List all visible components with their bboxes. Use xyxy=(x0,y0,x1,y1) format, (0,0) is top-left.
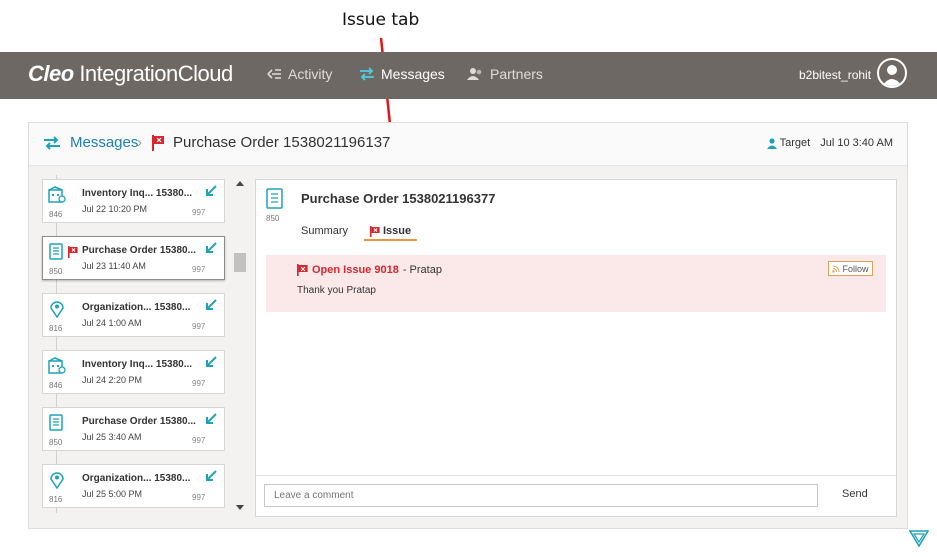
scroll-up-arrow-icon[interactable] xyxy=(236,181,244,186)
tab-issue-label: Issue xyxy=(383,225,412,237)
activity-icon xyxy=(267,69,281,79)
building-icon xyxy=(48,357,66,374)
ack-code: 997 xyxy=(192,436,206,445)
brand-corner-icon xyxy=(909,530,929,548)
flag-icon xyxy=(297,264,308,276)
doc-code: 850 xyxy=(49,267,63,276)
nav-partners-label: Partners xyxy=(490,66,543,82)
issue-message: Thank you Pratap xyxy=(297,285,376,296)
ack-code: 997 xyxy=(192,208,206,217)
follow-button[interactable]: Follow xyxy=(828,261,873,276)
message-time: Jul 24 2:20 PM xyxy=(82,375,143,385)
doc-code: 850 xyxy=(266,214,280,223)
breadcrumb: Messages › Purchase Order 1538021196137 … xyxy=(29,123,907,166)
message-title: Inventory Inq... 15380... xyxy=(82,188,193,199)
document-icon xyxy=(49,414,63,431)
rss-icon xyxy=(832,265,840,273)
flag-icon xyxy=(68,246,78,258)
scroll-down-arrow-icon[interactable] xyxy=(236,505,244,510)
message-time: Jul 22 10:20 PM xyxy=(82,204,148,214)
inbound-arrow-icon xyxy=(206,470,217,481)
list-scrollbar[interactable] xyxy=(233,179,247,517)
message-title: Organization... 15380... xyxy=(82,302,191,313)
message-time: Jul 25 3:40 AM xyxy=(82,432,142,442)
list-item[interactable]: 816 Organization... 15380... Jul 24 1:00… xyxy=(42,293,225,337)
scroll-thumb[interactable] xyxy=(234,253,246,272)
doc-code: 816 xyxy=(49,495,63,504)
page-title: Purchase Order 1538021196137 xyxy=(173,134,391,151)
message-title: Purchase Order 15380... xyxy=(82,416,196,427)
username[interactable]: b2bitest_rohit xyxy=(799,68,871,82)
inbound-arrow-icon xyxy=(206,299,217,310)
user-avatar-icon[interactable] xyxy=(877,58,907,88)
doc-code: 816 xyxy=(49,324,63,333)
top-navigation-bar: Cleo IntegrationCloud Activity Messages … xyxy=(0,52,937,99)
doc-code: 850 xyxy=(49,438,63,447)
flag-icon xyxy=(152,135,164,151)
document-icon xyxy=(266,188,283,209)
detail-title: Purchase Order 1538021196377 xyxy=(301,191,496,206)
building-icon xyxy=(48,186,66,203)
doc-code: 846 xyxy=(49,210,63,219)
issue-card: Open Issue 9018 - Pratap Thank you Prata… xyxy=(266,255,886,312)
message-time: Jul 25 5:00 PM xyxy=(82,489,143,499)
nav-activity-label: Activity xyxy=(288,66,333,82)
list-item[interactable]: 850 Purchase Order 15380... Jul 25 3:40 … xyxy=(42,407,225,451)
tab-summary-label: Summary xyxy=(301,225,349,237)
message-time: Jul 23 11:40 AM xyxy=(82,261,146,271)
ack-code: 997 xyxy=(192,265,206,274)
messages-panel: Messages › Purchase Order 1538021196137 … xyxy=(28,122,908,529)
inbound-arrow-icon xyxy=(206,185,217,196)
message-title: Purchase Order 15380... xyxy=(82,245,196,256)
list-item[interactable]: 846 Inventory Inq... 15380... Jul 24 2:2… xyxy=(42,350,225,394)
target-time: Jul 10 3:40 AM xyxy=(820,137,893,149)
tab-summary[interactable]: Summary xyxy=(301,225,348,237)
issue-title[interactable]: Open Issue 9018 xyxy=(312,264,399,276)
doc-code: 846 xyxy=(49,381,63,390)
person-icon xyxy=(766,137,777,149)
nav-messages-label: Messages xyxy=(381,66,445,82)
app-logo[interactable]: Cleo IntegrationCloud xyxy=(28,61,233,87)
nav-messages[interactable]: Messages xyxy=(359,66,445,82)
issue-author: - Pratap xyxy=(402,264,442,276)
partners-icon xyxy=(467,68,482,80)
comment-bar: Send xyxy=(256,475,896,518)
swap-arrows-icon xyxy=(44,136,60,150)
comment-input[interactable] xyxy=(264,484,818,507)
flag-icon xyxy=(370,225,380,237)
message-title: Inventory Inq... 15380... xyxy=(82,359,193,370)
inbound-arrow-icon xyxy=(206,356,217,367)
location-pin-icon xyxy=(50,301,64,318)
list-item-selected[interactable]: 850 Purchase Order 15380... Jul 23 11:40… xyxy=(42,236,225,280)
tab-issue[interactable]: Issue xyxy=(364,225,418,241)
message-time: Jul 24 1:00 AM xyxy=(82,318,142,328)
ack-code: 997 xyxy=(192,322,206,331)
inbound-arrow-icon xyxy=(206,413,217,424)
follow-label: Follow xyxy=(842,263,869,274)
issue-header: Open Issue 9018 - Pratap xyxy=(297,264,442,276)
breadcrumb-separator: › xyxy=(137,134,142,151)
timeline-line xyxy=(56,175,57,513)
nav-partners[interactable]: Partners xyxy=(466,66,543,82)
ack-code: 997 xyxy=(192,493,206,502)
send-button[interactable]: Send xyxy=(842,488,868,500)
swap-arrows-icon xyxy=(360,67,374,81)
target-label: Target xyxy=(779,137,811,149)
inbound-arrow-icon xyxy=(206,242,217,253)
location-pin-icon xyxy=(50,472,64,489)
message-title: Organization... 15380... xyxy=(82,473,191,484)
breadcrumb-messages-link[interactable]: Messages xyxy=(70,134,138,151)
message-list: 846 Inventory Inq... 15380... Jul 22 10:… xyxy=(42,175,227,517)
message-detail: 850 Purchase Order 1538021196377 Summary… xyxy=(255,179,897,517)
target-info: Target Jul 10 3:40 AM xyxy=(766,137,893,149)
document-icon xyxy=(49,243,63,260)
list-item[interactable]: 846 Inventory Inq... 15380... Jul 22 10:… xyxy=(42,179,225,223)
ack-code: 997 xyxy=(192,379,206,388)
nav-activity[interactable]: Activity xyxy=(266,66,332,82)
list-item[interactable]: 816 Organization... 15380... Jul 25 5:00… xyxy=(42,464,225,508)
